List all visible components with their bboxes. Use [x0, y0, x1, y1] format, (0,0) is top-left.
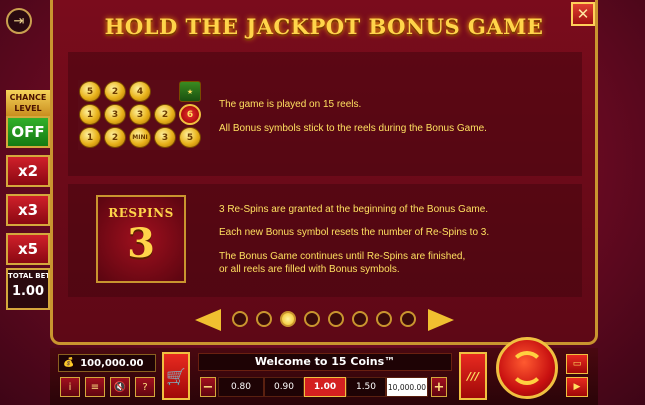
page-dot[interactable] — [400, 311, 416, 327]
respins-number: 3 — [127, 220, 155, 267]
money-bag-icon: 💰 — [63, 358, 75, 368]
reel-coin: 5 — [79, 81, 101, 102]
bet-option[interactable]: 0.80 — [218, 377, 264, 397]
bet-option-selected[interactable]: 1.00 — [304, 377, 346, 397]
next-page-arrow-icon[interactable] — [428, 309, 454, 331]
page-dot[interactable] — [328, 311, 344, 327]
reel-coin: 1 — [79, 127, 101, 148]
help-icon[interactable]: ? — [135, 377, 155, 397]
multiplier-x2-button[interactable]: x2 — [6, 155, 50, 187]
info2-line3b: or all reels are filled with Bonus symbo… — [219, 264, 400, 275]
info2-line1: 3 Re-Spins are granted at the beginning … — [219, 204, 489, 215]
page-dot[interactable] — [352, 311, 368, 327]
info2-line3a: The Bonus Game continues until Re-Spins … — [219, 251, 466, 262]
page-dot[interactable] — [256, 311, 272, 327]
balance-display: 💰 100,000.00 — [58, 354, 156, 372]
multiplier-x5-button[interactable]: x5 — [6, 233, 50, 265]
exit-icon[interactable]: ⇥ — [6, 8, 32, 34]
info1-line2: All Bonus symbols stick to the reels dur… — [219, 123, 487, 134]
autoplay-icon[interactable]: ▶ — [566, 377, 588, 397]
prev-page-arrow-icon[interactable] — [195, 309, 221, 331]
reel-coin: 3 — [104, 104, 126, 125]
page-title: HOLD THE JACKPOT BONUS GAME — [104, 14, 544, 39]
reels-illustration: 5 2 4 ★ 1 3 3 2 6 1 2 MINI 3 5 — [78, 80, 210, 150]
reel-coin: 3 — [129, 104, 151, 125]
spin-button[interactable] — [496, 337, 558, 399]
chance-off-button[interactable]: OFF — [6, 116, 50, 148]
turbo-button[interactable]: /// — [459, 352, 487, 400]
multiplier-x3-button[interactable]: x3 — [6, 194, 50, 226]
reel-coin-mini: MINI — [129, 127, 151, 148]
bet-option[interactable]: 0.90 — [264, 377, 304, 397]
bet-increase-button[interactable]: + — [431, 377, 447, 397]
reel-coin: 3 — [154, 127, 176, 148]
balance-value: 100,000.00 — [80, 357, 144, 369]
respins-label: RESPINS — [108, 206, 174, 220]
total-bet-value: 1.00 — [11, 284, 45, 299]
reel-coin-red: 6 — [179, 104, 201, 125]
info2-line2: Each new Bonus symbol resets the number … — [219, 227, 490, 238]
total-bet-label: TOTAL BET — [8, 272, 48, 280]
close-icon[interactable]: ✕ — [571, 2, 595, 26]
reel-coin: 2 — [154, 104, 176, 125]
buy-bonus-cart-icon[interactable]: 🛒 — [162, 352, 190, 400]
reel-coin: 5 — [179, 127, 201, 148]
page-dot[interactable] — [304, 311, 320, 327]
bet-option[interactable]: 1.50 — [346, 377, 386, 397]
total-bet-box: TOTAL BET 1.00 — [6, 268, 50, 310]
reel-coin: 2 — [104, 81, 126, 102]
fullscreen-icon[interactable]: ▭ — [566, 354, 588, 374]
reel-coin: 4 — [129, 81, 151, 102]
chance-level-label: CHANCE LEVEL — [6, 90, 50, 116]
reel-empty-cell — [154, 81, 176, 102]
reel-coin: 2 — [104, 127, 126, 148]
page-dot[interactable] — [232, 311, 248, 327]
spin-arrows-icon — [510, 351, 544, 385]
page-dot-active[interactable] — [280, 311, 296, 327]
info-icon[interactable]: i — [60, 377, 80, 397]
bet-option-max[interactable]: 10,000.00 — [386, 377, 428, 397]
respins-tile: RESPINS 3 — [96, 195, 186, 283]
info1-line1: The game is played on 15 reels. — [219, 99, 362, 110]
reel-coin: 1 — [79, 104, 101, 125]
bet-decrease-button[interactable]: − — [200, 377, 216, 397]
page-dot[interactable] — [376, 311, 392, 327]
sound-mute-icon[interactable]: 🔇 — [110, 377, 130, 397]
bonus-symbol-icon: ★ — [179, 81, 201, 102]
welcome-message: Welcome to 15 Coins™ — [198, 353, 452, 371]
menu-icon[interactable]: ≡ — [85, 377, 105, 397]
